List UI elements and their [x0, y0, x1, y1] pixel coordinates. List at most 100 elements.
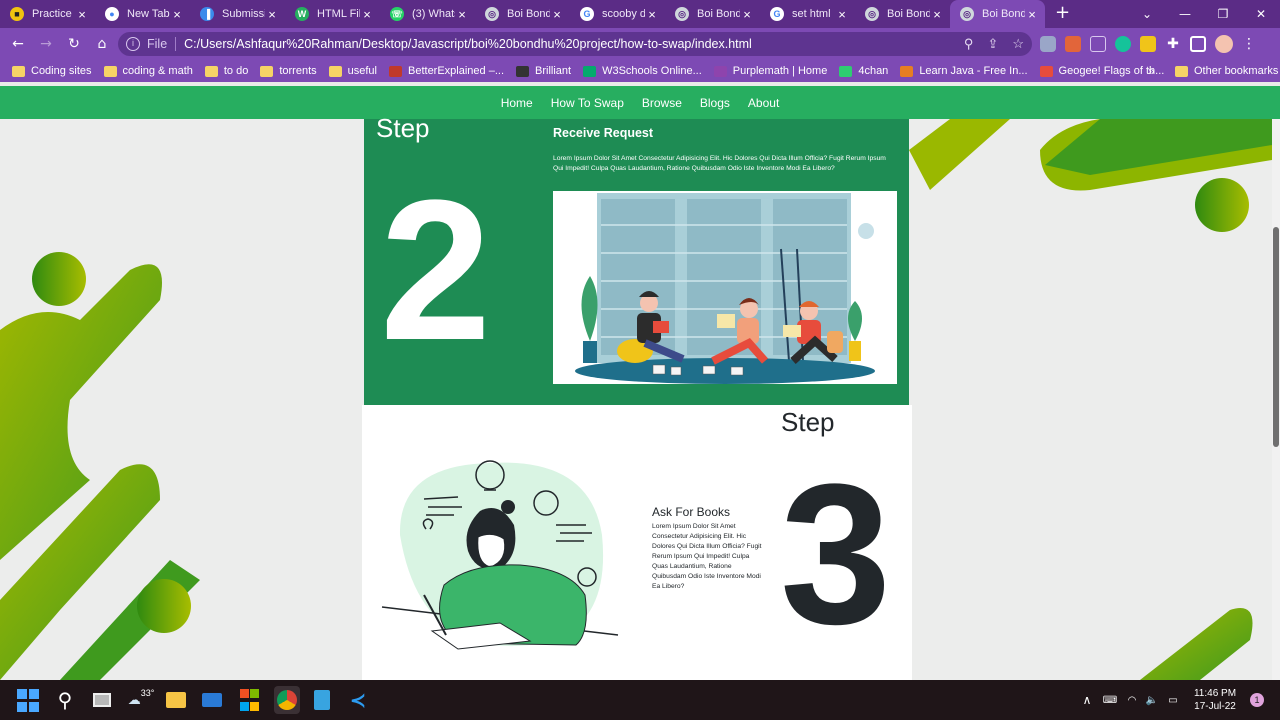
home-button[interactable]: ⌂: [89, 36, 115, 52]
site-info-icon[interactable]: i: [126, 37, 140, 51]
grammarly-extension-icon[interactable]: [1115, 36, 1131, 52]
close-tab-icon[interactable]: ×: [835, 7, 849, 22]
close-tab-icon[interactable]: ×: [645, 7, 659, 22]
nav-how-to-swap[interactable]: How To Swap: [551, 96, 624, 110]
tab-search-icon[interactable]: ⌄: [1128, 0, 1166, 28]
shield-extension-icon[interactable]: [1040, 36, 1056, 52]
vscode-icon[interactable]: ≺: [346, 688, 370, 712]
share-icon[interactable]: ⇪: [987, 36, 998, 52]
minimize-button[interactable]: —: [1166, 0, 1204, 28]
weather-icon[interactable]: ☁ 33°: [127, 688, 155, 712]
scrollbar-thumb[interactable]: [1273, 227, 1279, 447]
battery-icon[interactable]: ▭: [1162, 695, 1184, 706]
notepad-icon[interactable]: [310, 688, 334, 712]
step-3-card: Step 3 Ask For Books Lorem Ipsum Dolor S…: [362, 405, 912, 680]
microsoft-store-icon[interactable]: [237, 688, 261, 712]
tab-favicon-icon: W: [295, 7, 309, 21]
sidepanel-icon[interactable]: [1190, 36, 1206, 52]
more-bookmarks-button[interactable]: »: [1148, 64, 1155, 78]
close-window-button[interactable]: ✕: [1242, 0, 1280, 28]
browser-tab[interactable]: ● New Tab ×: [95, 0, 190, 28]
profile-avatar[interactable]: [1215, 35, 1233, 53]
step-label: Step: [781, 407, 835, 437]
notification-badge[interactable]: 1: [1250, 693, 1264, 707]
browser-tab[interactable]: ▐ Submissi ×: [190, 0, 285, 28]
clock-date: 17-Jul-22: [1194, 701, 1236, 712]
tab-title: Practice C: [32, 8, 75, 20]
nav-home[interactable]: Home: [501, 96, 533, 110]
student-writing-illustration: [381, 460, 619, 650]
tray-overflow-icon[interactable]: ∧: [1076, 693, 1098, 707]
bookmark-label: Learn Java - Free In...: [919, 65, 1028, 77]
puzzle-extensions-icon[interactable]: ✚: [1165, 36, 1181, 52]
mail-icon[interactable]: [200, 688, 224, 712]
volume-icon[interactable]: 🔈: [1142, 695, 1162, 706]
close-tab-icon[interactable]: ×: [1025, 7, 1039, 22]
address-text[interactable]: C:/Users/Ashfaqur%20Rahman/Desktop/Javas…: [184, 37, 752, 51]
bookmark-item[interactable]: Brilliant: [516, 65, 571, 77]
browser-tab[interactable]: ☏ (3) Whats ×: [380, 0, 475, 28]
bookmark-item[interactable]: Coding sites: [12, 65, 92, 77]
bookmark-item[interactable]: BetterExplained –...: [389, 65, 504, 77]
forward-button[interactable]: →: [33, 36, 59, 52]
step-description: Lorem Ipsum Dolor Sit Amet Consectetur A…: [553, 155, 886, 172]
close-tab-icon[interactable]: ×: [550, 7, 564, 22]
bookmark-item[interactable]: torrents: [260, 65, 317, 77]
tab-favicon-icon: ◎: [960, 7, 974, 21]
nav-blogs[interactable]: Blogs: [700, 96, 730, 110]
step-number: 2: [380, 159, 492, 382]
maximize-button[interactable]: ❐: [1204, 0, 1242, 28]
menu-kebab-icon[interactable]: ⋮: [1242, 36, 1256, 52]
bookmark-item[interactable]: coding & math: [103, 65, 193, 77]
bookmark-star-icon[interactable]: ☆: [1012, 36, 1024, 52]
tab-title: HTML File: [317, 8, 360, 20]
browser-tab[interactable]: ◎ Boi Bond ×: [855, 0, 950, 28]
nav-browse[interactable]: Browse: [642, 96, 682, 110]
colorpicker-extension-icon[interactable]: [1065, 36, 1081, 52]
close-tab-icon[interactable]: ×: [265, 7, 279, 22]
back-button[interactable]: ←: [5, 36, 31, 52]
zoom-icon[interactable]: ⚲: [964, 36, 974, 52]
reload-button[interactable]: ↻: [61, 36, 87, 52]
browser-tab[interactable]: W HTML File×: [285, 0, 380, 28]
browser-tab[interactable]: ■ Practice C×: [0, 0, 95, 28]
wifi-icon[interactable]: ◠: [1122, 695, 1142, 706]
bookmark-item[interactable]: 4chan: [839, 65, 888, 77]
task-view-icon[interactable]: [90, 688, 114, 712]
reader-extension-icon[interactable]: [1090, 36, 1106, 52]
close-tab-icon[interactable]: ×: [170, 7, 184, 22]
nav-about[interactable]: About: [748, 96, 779, 110]
start-windows-icon[interactable]: [16, 688, 40, 712]
bookmark-item[interactable]: to do: [204, 65, 248, 77]
download-extension-icon[interactable]: [1140, 36, 1156, 52]
close-tab-icon[interactable]: ×: [930, 7, 944, 22]
bookmark-label: useful: [347, 65, 377, 77]
file-explorer-icon[interactable]: [164, 688, 188, 712]
bookmark-label: torrents: [279, 65, 317, 77]
browser-tab[interactable]: ◎ Boi Bond ×: [475, 0, 570, 28]
search-icon[interactable]: ⚲: [53, 688, 77, 712]
clock-time: 11:46 PM: [1193, 688, 1237, 699]
bookmark-item[interactable]: Learn Java - Free In...: [900, 65, 1028, 77]
chrome-icon[interactable]: [274, 686, 300, 714]
tab-favicon-icon: G: [770, 7, 784, 21]
close-tab-icon[interactable]: ×: [740, 7, 754, 22]
tab-favicon-icon: ☏: [390, 7, 404, 21]
new-tab-button[interactable]: +: [1055, 0, 1070, 28]
browser-tab[interactable]: Gset html ×: [760, 0, 855, 28]
bookmark-item[interactable]: useful: [328, 65, 377, 77]
bookmark-favicon-icon: [1039, 65, 1053, 77]
close-tab-icon[interactable]: ×: [360, 7, 374, 22]
other-bookmarks-folder[interactable]: Other bookmarks: [1175, 65, 1278, 77]
browser-tab[interactable]: ◎ Boi Bond ×: [665, 0, 760, 28]
bookmark-item[interactable]: Geogee! Flags of th...: [1039, 65, 1164, 77]
bookmark-item[interactable]: Purplemath | Home: [713, 65, 827, 77]
close-tab-icon[interactable]: ×: [75, 7, 89, 22]
bookmark-item[interactable]: W3Schools Online...: [583, 65, 702, 77]
close-tab-icon[interactable]: ×: [455, 7, 469, 22]
address-bar[interactable]: i File C:/Users/Ashfaqur%20Rahman/Deskto…: [118, 32, 1032, 56]
browser-tab[interactable]: Gscooby d ×: [570, 0, 665, 28]
keyboard-icon[interactable]: ⌨: [1098, 695, 1122, 706]
browser-tab-active[interactable]: ◎ Boi Bond ×: [950, 0, 1045, 28]
clock[interactable]: 11:46 PM 17-Jul-22: [1188, 687, 1242, 713]
